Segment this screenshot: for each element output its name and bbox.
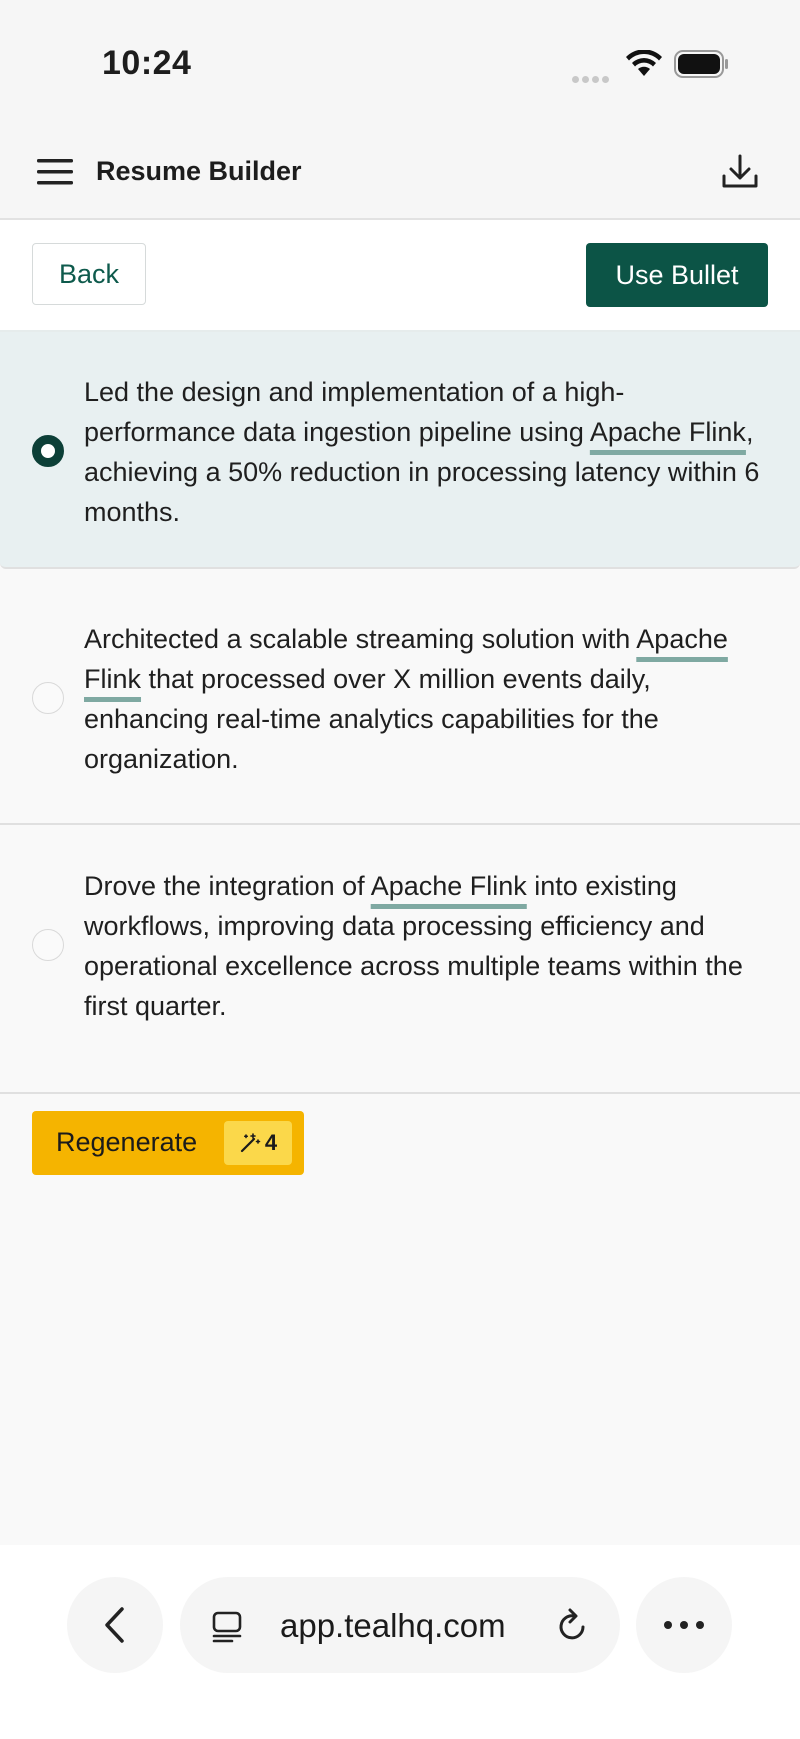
browser-back-button[interactable] bbox=[67, 1577, 163, 1673]
chevron-left-icon bbox=[105, 1607, 124, 1643]
bullet-option-1[interactable]: Led the design and implementation of a h… bbox=[0, 332, 800, 569]
more-icon bbox=[664, 1621, 704, 1629]
url-text: app.tealhq.com bbox=[280, 1607, 506, 1644]
wifi-icon bbox=[626, 50, 662, 76]
app-header: Resume Builder bbox=[0, 130, 800, 220]
bullet-text: Led the design and implementation of a h… bbox=[84, 372, 764, 532]
credits-count: 4 bbox=[264, 1130, 278, 1155]
bullet-option-3[interactable]: Drove the integration of Apache Flink in… bbox=[0, 826, 800, 1094]
bullet-text-segment: Led the design and implementation of a h… bbox=[84, 377, 625, 447]
bullet-text-segment: that processed over X million events dai… bbox=[84, 664, 659, 774]
browser-toolbar: app.tealhq.com bbox=[0, 1545, 800, 1739]
regenerate-button[interactable]: Regenerate 4 bbox=[32, 1111, 304, 1175]
radio-button[interactable] bbox=[32, 929, 64, 961]
keyword-highlight: Apache Flink bbox=[370, 871, 527, 901]
bullet-text-segment: Drove the integration of bbox=[84, 871, 371, 901]
action-row: Back Use Bullet bbox=[0, 220, 800, 332]
radio-button[interactable] bbox=[32, 682, 64, 714]
status-time: 10:24 bbox=[102, 44, 192, 82]
cellular-signal-icon bbox=[572, 70, 612, 88]
bullet-text: Architected a scalable streaming solutio… bbox=[84, 619, 764, 779]
radio-button[interactable] bbox=[32, 435, 64, 467]
address-bar[interactable]: app.tealhq.com bbox=[180, 1577, 620, 1673]
battery-icon bbox=[674, 50, 728, 78]
keyword-highlight: Apache Flink bbox=[589, 417, 746, 447]
back-button[interactable]: Back bbox=[32, 243, 146, 305]
bullet-text-segment: Architected a scalable streaming solutio… bbox=[84, 624, 637, 654]
download-icon[interactable] bbox=[720, 150, 760, 194]
regenerate-label: Regenerate bbox=[56, 1127, 198, 1157]
hamburger-icon[interactable] bbox=[36, 154, 74, 190]
bullet-option-2[interactable]: Architected a scalable streaming solutio… bbox=[0, 579, 800, 825]
magic-wand-icon bbox=[240, 1133, 261, 1153]
status-bar: 10:24 bbox=[0, 0, 800, 130]
tabs-icon bbox=[212, 1611, 242, 1643]
app-title: Resume Builder bbox=[96, 156, 302, 186]
use-bullet-button[interactable]: Use Bullet bbox=[586, 243, 768, 307]
credits-badge: 4 bbox=[224, 1121, 292, 1165]
bullet-text: Drove the integration of Apache Flink in… bbox=[84, 866, 764, 1026]
reload-icon[interactable] bbox=[554, 1607, 590, 1645]
more-button[interactable] bbox=[636, 1577, 732, 1673]
